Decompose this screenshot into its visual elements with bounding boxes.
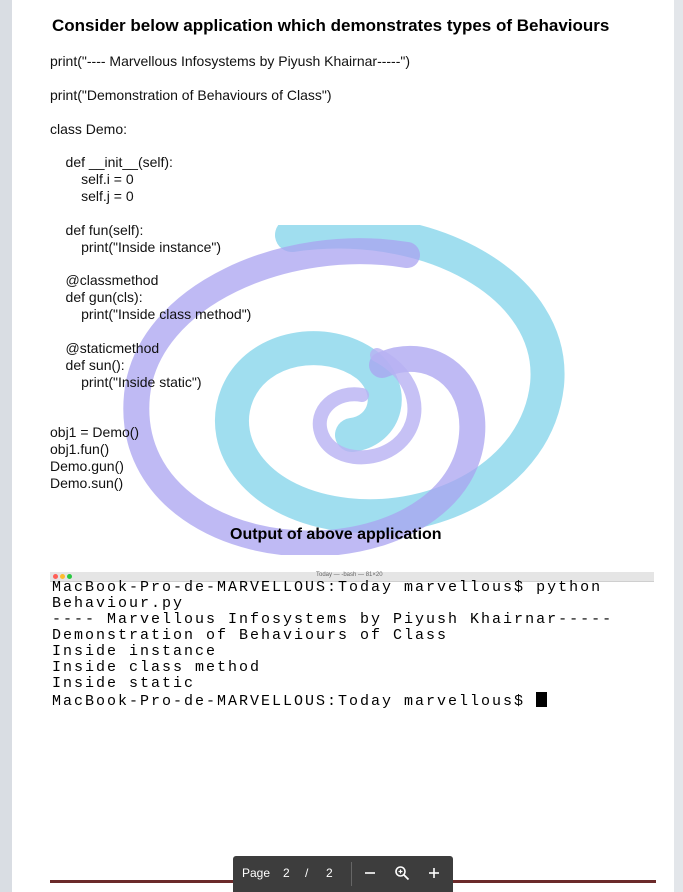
terminal-line: ---- Marvellous Infosystems by Piyush Kh… — [52, 611, 614, 628]
zoom-button[interactable] — [389, 860, 415, 886]
code-line: self.j = 0 — [50, 188, 134, 204]
code-line: print("Inside instance") — [50, 239, 222, 255]
zoom-in-button[interactable] — [421, 860, 447, 886]
code-line: def __init__(self): — [50, 154, 173, 170]
plus-icon — [429, 868, 439, 878]
code-line: self.i = 0 — [50, 171, 134, 187]
total-pages: 2 — [326, 866, 333, 880]
code-line: print("Inside class method") — [50, 306, 252, 322]
current-page[interactable]: 2 — [283, 866, 290, 880]
page-separator: / — [305, 866, 309, 880]
terminal-line: Inside instance — [52, 643, 218, 660]
right-scrollbar-track[interactable] — [674, 0, 683, 892]
code-line: @staticmethod — [50, 340, 160, 356]
toolbar-divider — [351, 862, 352, 886]
terminal-line: Demonstration of Behaviours of Class — [52, 627, 449, 644]
terminal-output: MacBook-Pro-de-MARVELLOUS:Today marvello… — [52, 580, 613, 710]
terminal-line: Behaviour.py — [52, 595, 185, 612]
code-line: def gun(cls): — [50, 289, 143, 305]
document-title: Consider below application which demonst… — [52, 16, 610, 35]
pdf-toolbar: Page 2 / 2 — [233, 856, 453, 892]
minus-icon — [365, 872, 375, 874]
code-line: Demo.sun() — [50, 475, 124, 491]
code-line: print("Demonstration of Behaviours of Cl… — [50, 87, 332, 103]
code-line: print("---- Marvellous Infosystems by Pi… — [50, 53, 411, 69]
terminal-line: Inside static — [52, 675, 196, 692]
code-line: def sun(): — [50, 357, 125, 373]
terminal-cursor — [536, 692, 548, 707]
terminal-line: Inside class method — [52, 659, 262, 676]
code-line: class Demo: — [50, 121, 128, 137]
code-line: @classmethod — [50, 272, 159, 288]
left-sidebar-strip — [0, 0, 12, 892]
output-heading: Output of above application — [230, 526, 442, 543]
pdf-page: Consider below application which demonst… — [12, 0, 674, 892]
code-line: print("Inside static") — [50, 374, 202, 390]
code-line: obj1 = Demo() — [50, 424, 140, 440]
terminal-caption: Today — -bash — 81×20 — [316, 572, 383, 578]
zoom-out-button[interactable] — [357, 860, 383, 886]
terminal-line: MacBook-Pro-de-MARVELLOUS:Today marvello… — [52, 579, 603, 596]
terminal-prompt: MacBook-Pro-de-MARVELLOUS:Today marvello… — [52, 693, 537, 710]
code-line: def fun(self): — [50, 222, 144, 238]
terminal-prompt-line: MacBook-Pro-de-MARVELLOUS:Today marvello… — [52, 692, 613, 710]
page-label: Page — [242, 866, 271, 880]
magnifier-icon — [395, 866, 410, 881]
code-line: Demo.gun() — [50, 458, 124, 474]
code-line: obj1.fun() — [50, 441, 110, 457]
